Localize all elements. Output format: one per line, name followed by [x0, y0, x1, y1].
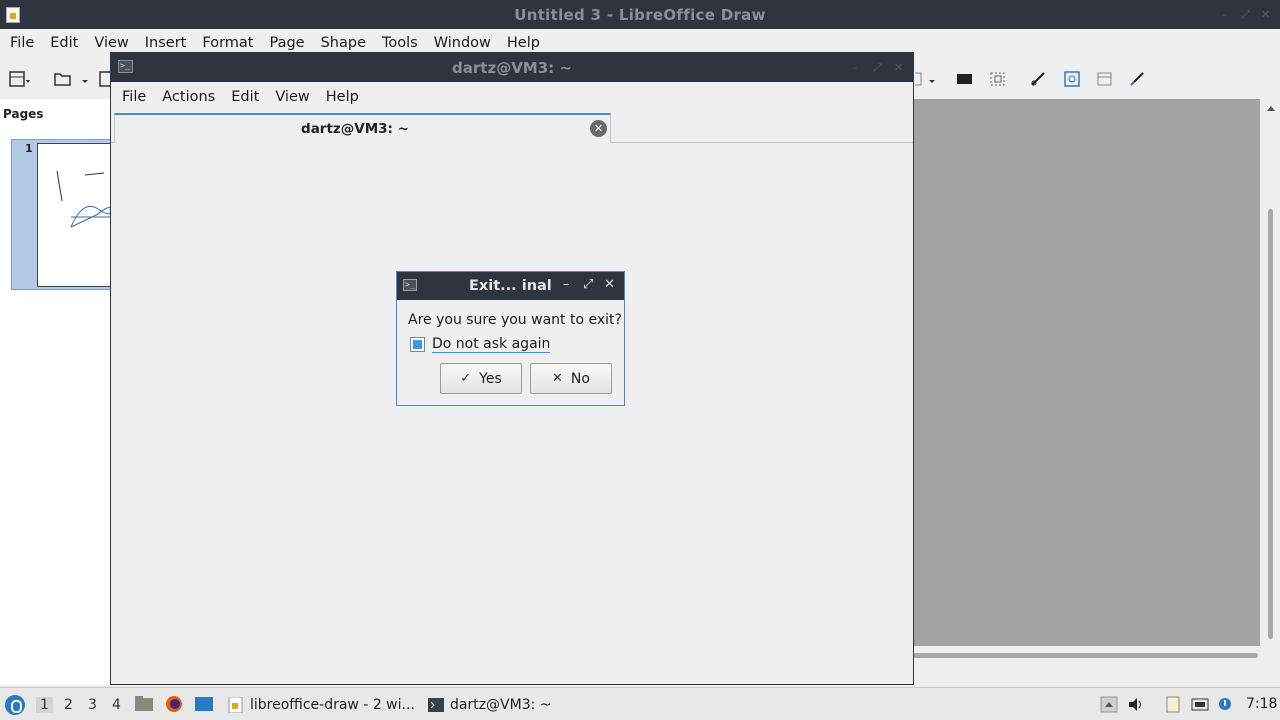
menu-view[interactable]: View [86, 35, 136, 51]
pages-panel: Pages 1 [0, 99, 127, 685]
points-icon[interactable] [1063, 71, 1081, 87]
terminal-tab-label: dartz@VM3: ~ [301, 121, 409, 137]
menu-page[interactable]: Page [261, 35, 312, 51]
menu-edit[interactable]: Edit [42, 35, 86, 51]
terminal-titlebar[interactable]: >_ dartz@VM3: ~ – ⤢ ✕ [111, 53, 913, 82]
menu-file[interactable]: File [2, 35, 42, 51]
dialog-titlebar[interactable]: >_ Exit... inal – ⤢ ✕ [397, 272, 624, 300]
terminal-tabbar: dartz@VM3: ~ ✕ [111, 112, 913, 143]
line-edit-icon[interactable] [1030, 71, 1048, 87]
close-icon[interactable]: ✕ [894, 61, 903, 74]
menu-help[interactable]: Help [499, 35, 548, 51]
shape-dropdown-icon[interactable] [915, 71, 937, 87]
menu-format[interactable]: Format [194, 35, 261, 51]
glue-points-icon[interactable] [1096, 71, 1114, 87]
no-button-label: No [570, 370, 590, 387]
start-menu-icon[interactable] [5, 695, 25, 715]
check-icon: ✓ [460, 371, 472, 386]
pages-panel-label: Pages [3, 107, 44, 121]
terminal-menu-file[interactable]: File [114, 89, 154, 105]
dialog-message: Are you sure you want to exit? [408, 312, 622, 328]
chevron-down-icon[interactable] [81, 71, 89, 87]
page-layout-icon[interactable] [9, 71, 31, 87]
taskbar-task-label: dartz@VM3: ~ [450, 696, 552, 713]
drawing-canvas[interactable] [913, 99, 1260, 646]
terminal-menu-view[interactable]: View [267, 89, 317, 105]
terminal-icon [428, 697, 444, 712]
x-icon: ✕ [552, 371, 563, 386]
terminal-icon: >_ [403, 279, 417, 291]
close-icon[interactable]: ✕ [1261, 8, 1270, 21]
tray-arrow-icon[interactable] [1100, 696, 1118, 713]
notification-icon[interactable] [1216, 696, 1234, 713]
workspace-1[interactable]: 1 [36, 697, 53, 713]
terminal-menu-help[interactable]: Help [318, 89, 367, 105]
close-icon[interactable]: ✕ [604, 277, 615, 292]
vertical-scroll-thumb[interactable] [1268, 209, 1273, 639]
file-manager-icon[interactable] [134, 695, 154, 713]
terminal-menubar: File Actions Edit View Help [111, 82, 913, 112]
workspace-3[interactable]: 3 [88, 697, 97, 713]
dialog-title: Exit... inal [469, 278, 552, 294]
horizontal-scrollbar[interactable] [913, 646, 1262, 685]
minimize-icon[interactable]: – [1222, 8, 1228, 21]
workspace-4[interactable]: 4 [112, 697, 121, 713]
terminal-menu-actions[interactable]: Actions [154, 89, 223, 105]
volume-icon[interactable] [1127, 696, 1145, 713]
menu-tools[interactable]: Tools [374, 35, 426, 51]
do-not-ask-label[interactable]: Do not ask again [432, 336, 551, 353]
clock[interactable]: 7:18 [1246, 696, 1277, 712]
workspace-2[interactable]: 2 [64, 697, 73, 713]
open-folder-icon[interactable] [54, 71, 76, 87]
yes-button-label: Yes [479, 370, 502, 387]
desktop-icon[interactable] [194, 695, 214, 713]
libreoffice-window-title: Untitled 3 - LibreOffice Draw [514, 6, 766, 24]
maximize-icon[interactable]: ⤢ [1241, 8, 1250, 22]
yes-button[interactable]: ✓ Yes [440, 363, 522, 394]
maximize-icon[interactable]: ⤢ [583, 277, 593, 292]
firefox-icon[interactable] [164, 695, 184, 713]
minimize-icon[interactable]: – [852, 61, 858, 74]
tab-close-icon[interactable]: ✕ [590, 120, 607, 137]
terminal-body[interactable] [111, 143, 913, 684]
do-not-ask-checkbox[interactable] [410, 337, 425, 352]
terminal-window-title: dartz@VM3: ~ [452, 59, 572, 77]
page-thumbnail[interactable]: 1 [11, 139, 127, 290]
vertical-scrollbar[interactable] [1262, 99, 1280, 646]
menu-insert[interactable]: Insert [137, 35, 195, 51]
crop-icon[interactable] [989, 71, 1007, 87]
libreoffice-draw-icon [228, 696, 243, 713]
taskbar-task-terminal[interactable]: dartz@VM3: ~ [428, 688, 552, 720]
taskbar-task-label: libreoffice-draw - 2 wi... [250, 696, 415, 713]
taskbar-task-libreoffice[interactable]: libreoffice-draw - 2 wi... [228, 688, 415, 720]
menu-shape[interactable]: Shape [313, 35, 374, 51]
horizontal-scroll-thumb[interactable] [913, 653, 1258, 658]
taskbar: 1 2 3 4 libreoffice-draw - 2 wi... dartz… [0, 687, 1280, 720]
page-number: 1 [25, 142, 33, 155]
brush-icon[interactable] [1129, 71, 1147, 87]
scroll-up-icon[interactable] [1262, 102, 1280, 114]
network-icon[interactable] [1191, 696, 1209, 713]
exit-dialog: >_ Exit... inal – ⤢ ✕ Are you sure you w… [396, 271, 625, 406]
maximize-icon[interactable]: ⤢ [873, 61, 882, 75]
shadow-icon[interactable] [956, 71, 974, 87]
menu-window[interactable]: Window [426, 35, 499, 51]
terminal-menu-edit[interactable]: Edit [223, 89, 267, 105]
no-button[interactable]: ✕ No [530, 363, 612, 394]
minimize-icon[interactable]: – [563, 277, 570, 292]
clipboard-icon[interactable] [1164, 696, 1182, 713]
terminal-tab[interactable]: dartz@VM3: ~ ✕ [114, 113, 611, 143]
libreoffice-titlebar[interactable]: Untitled 3 - LibreOffice Draw – ⤢ ✕ [0, 0, 1280, 29]
